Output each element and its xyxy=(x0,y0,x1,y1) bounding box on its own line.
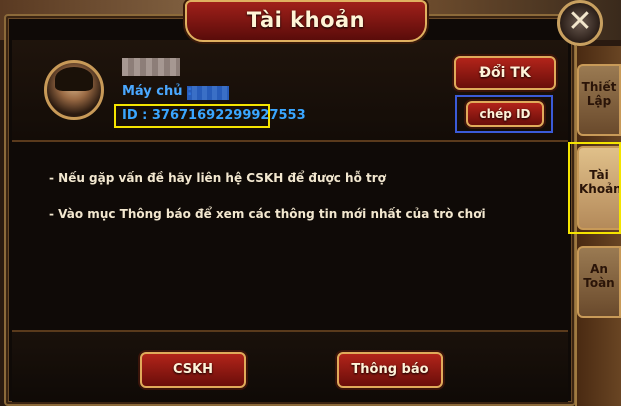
tab-settings-line1: Thiết xyxy=(581,80,617,94)
switch-account-button[interactable]: Đổi TK xyxy=(454,56,556,90)
close-icon: ✕ xyxy=(567,4,593,39)
support-button[interactable]: CSKH xyxy=(140,352,246,388)
player-id: ID : 37671692299927553 xyxy=(122,108,306,123)
info-line-notice: - Vào mục Thông báo để xem các thông tin… xyxy=(49,207,486,221)
dialog-title-plate: Tài khoản xyxy=(185,0,427,42)
copy-id-button[interactable]: chép ID xyxy=(466,101,544,127)
tab-security-line1: An xyxy=(590,262,608,276)
tab-settings[interactable]: Thiết Lập xyxy=(577,64,621,136)
dialog-title: Tài khoản xyxy=(246,8,366,32)
notice-button[interactable]: Thông báo xyxy=(337,352,443,388)
player-name-redacted xyxy=(122,58,180,76)
tab-settings-line2: Lập xyxy=(586,94,612,108)
server-label: Máy chủ : xyxy=(122,84,193,99)
avatar-hair-decoration xyxy=(55,67,93,91)
server-name-redacted xyxy=(187,86,229,100)
tab-security-line2: Toàn xyxy=(583,276,615,290)
tab-account-highlight-box xyxy=(568,142,621,234)
tab-security[interactable]: An Toàn xyxy=(577,246,621,318)
player-avatar xyxy=(44,60,104,120)
info-line-support: - Nếu gặp vấn đề hãy liên hệ CSKH để đượ… xyxy=(49,171,386,185)
dialog-footer xyxy=(12,330,568,402)
close-button[interactable]: ✕ xyxy=(557,0,603,46)
